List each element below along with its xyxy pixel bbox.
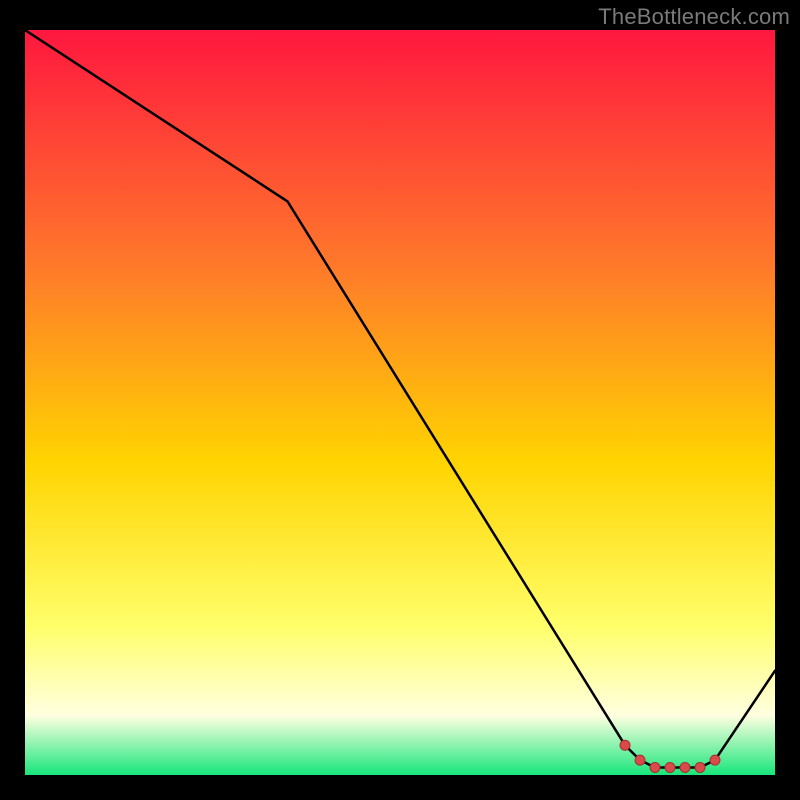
plot-area	[25, 30, 775, 775]
chart-stage: TheBottleneck.com	[0, 0, 800, 800]
optimal-marker	[680, 763, 690, 773]
optimal-marker	[635, 755, 645, 765]
optimal-marker	[665, 763, 675, 773]
chart-svg	[25, 30, 775, 775]
optimal-marker	[710, 755, 720, 765]
optimal-marker	[620, 740, 630, 750]
attribution-text: TheBottleneck.com	[598, 4, 790, 30]
gradient-background	[25, 30, 775, 775]
optimal-marker	[650, 763, 660, 773]
optimal-marker	[695, 763, 705, 773]
